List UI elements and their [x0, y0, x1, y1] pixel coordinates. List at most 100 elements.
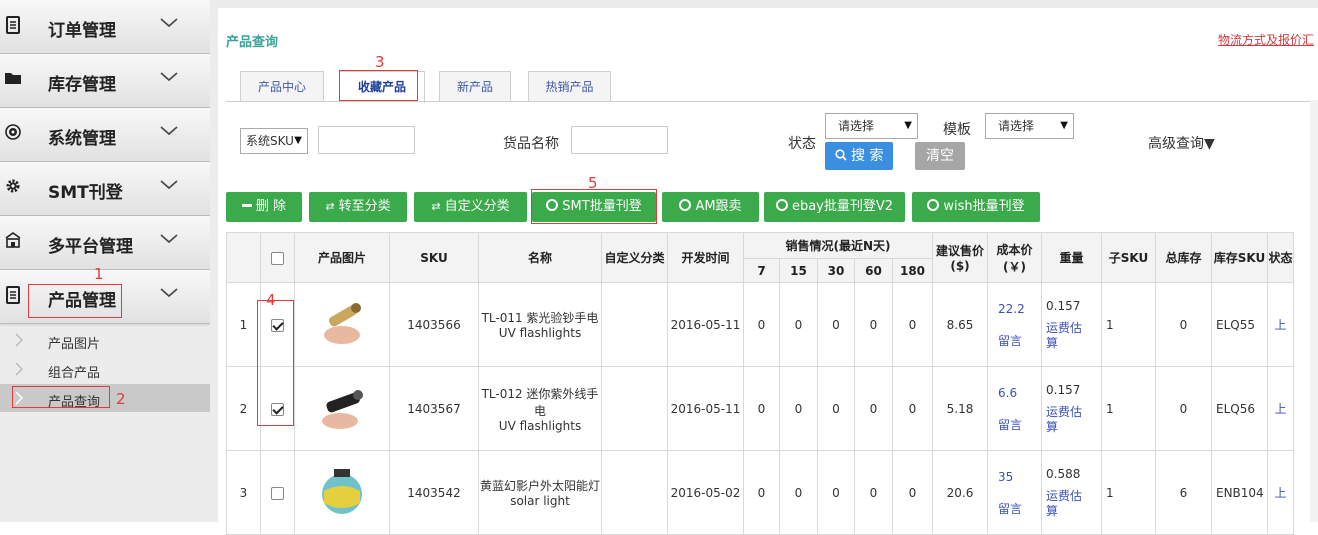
select-value: 请选择 [998, 119, 1035, 133]
menu-label: 多平台管理 [48, 237, 133, 257]
menu-order-management[interactable]: 订单管理 [0, 0, 210, 54]
status-link[interactable]: 上 [1267, 366, 1294, 451]
sales-7: 0 [743, 282, 780, 367]
subitem-product-images[interactable]: 产品图片 [0, 326, 210, 354]
product-image[interactable] [314, 295, 370, 351]
menu-inventory-management[interactable]: 库存管理 [0, 54, 210, 108]
subitem-combined-products[interactable]: 组合产品 [0, 355, 210, 383]
product-image[interactable] [314, 463, 370, 519]
delete-button-label: 删 除 [255, 199, 287, 214]
template-select[interactable]: 请选择 ▼ [985, 113, 1074, 139]
menu-smt-listing[interactable]: SMT刊登 [0, 162, 210, 216]
cost-link[interactable]: 6.6 [998, 377, 1041, 409]
menu-multi-platform[interactable]: 多平台管理 [0, 216, 210, 270]
header-total-stock: 总库存 [1155, 232, 1212, 283]
folder-icon [3, 70, 23, 90]
header-sku: SKU [389, 232, 479, 283]
stock-cell: 0 [1155, 282, 1212, 367]
custom-category-label: 自定义分类 [444, 199, 510, 214]
wish-batch-listing-button[interactable]: wish批量刊登 [912, 192, 1040, 222]
sales-30: 0 [817, 366, 855, 451]
chevron-right-icon [15, 333, 24, 347]
am-follow-sell-button[interactable]: AM跟卖 [662, 192, 759, 222]
cost-cell: 6.6 留言 [987, 366, 1042, 451]
cost-link[interactable]: 22.2 [998, 293, 1041, 325]
menu-system-management[interactable]: 系统管理 [0, 108, 210, 162]
header-sub-sku: 子SKU [1101, 232, 1156, 283]
shipping-price-link[interactable]: 物流方式及报价汇 [1218, 31, 1314, 48]
stock-cell: 0 [1155, 366, 1212, 451]
move-to-category-button[interactable]: ⇄ 转至分类 [309, 192, 407, 222]
am-follow-sell-label: AM跟卖 [695, 199, 742, 214]
weight-cell: 0.157 运费估算 [1041, 366, 1102, 451]
name-cn: TL-011 紫光验钞手电 [481, 311, 599, 325]
tab-new-products[interactable]: 新产品 [439, 71, 511, 102]
sales-7: 0 [743, 366, 780, 451]
custom-category-cell [601, 282, 668, 367]
vertical-scrollbar[interactable] [1310, 100, 1318, 522]
status-select[interactable]: 请选择 ▼ [825, 113, 918, 139]
custom-category-cell [601, 366, 668, 451]
name-en: solar light [510, 494, 570, 508]
custom-category-button[interactable]: ⇄ 自定义分类 [414, 192, 527, 222]
move-to-category-label: 转至分类 [338, 199, 391, 214]
sku-type-select[interactable]: 系统SKU ▼ [240, 128, 308, 154]
header-stock-sku: 库存SKU [1211, 232, 1268, 283]
product-table: 产品图片 SKU 名称 自定义分类 开发时间 销售情况(最近N天) 建议售价($… [226, 232, 1294, 535]
header-status: 状态 [1267, 232, 1294, 283]
note-link[interactable]: 留言 [998, 493, 1041, 525]
sub-sku-cell: 1 [1101, 282, 1156, 367]
dropdown-arrow-icon: ▼ [294, 135, 302, 146]
delete-button[interactable]: 删 除 [226, 192, 302, 222]
weight-value: 0.157 [1046, 298, 1081, 313]
header-days-7: 7 [743, 258, 780, 283]
chevron-down-icon [160, 72, 178, 82]
dev-date-cell: 2016-05-11 [667, 282, 744, 367]
name-cn: 黄蓝幻影户外太阳能灯 [479, 479, 600, 493]
shipping-estimate-link[interactable]: 运费估算 [1046, 321, 1086, 351]
table-row: 1 1403566 TL-011 紫光验钞手电 UV flashlights 20… [226, 282, 1294, 367]
cost-cell: 22.2 留言 [987, 282, 1042, 367]
name-cell: TL-012 迷你紫外线手电 UV flashlights [478, 366, 602, 451]
select-all-checkbox[interactable] [271, 251, 284, 265]
note-link[interactable]: 留言 [998, 409, 1041, 441]
wish-batch-listing-label: wish批量刊登 [943, 199, 1025, 214]
tab-hot-products[interactable]: 热销产品 [528, 71, 611, 102]
clear-button[interactable]: 清空 [915, 142, 965, 170]
sku-input[interactable] [318, 126, 415, 154]
minus-icon [241, 204, 252, 207]
row-checkbox[interactable] [271, 486, 284, 500]
cost-link[interactable]: 35 [998, 461, 1041, 493]
ebay-batch-listing-label: ebay批量刊登V2 [791, 199, 894, 214]
menu-label: 订单管理 [48, 21, 116, 41]
header-cost: 成本价(￥) [987, 232, 1042, 283]
sales-60: 0 [854, 282, 893, 367]
header-dev-time: 开发时间 [667, 232, 744, 283]
name-en: UV flashlights [498, 418, 582, 433]
ebay-batch-listing-button[interactable]: ebay批量刊登V2 [764, 192, 905, 222]
note-link[interactable]: 留言 [998, 325, 1041, 357]
sku-cell: 1403567 [389, 366, 479, 451]
row-index: 2 [226, 366, 261, 451]
header-suggested-price: 建议售价($) [932, 232, 988, 283]
sub-sku-cell: 1 [1101, 366, 1156, 451]
subitem-label: 组合产品 [48, 366, 101, 381]
annotation-number: 4 [266, 291, 276, 309]
goods-name-input[interactable] [571, 126, 668, 154]
product-image[interactable] [314, 379, 370, 435]
advanced-search-toggle[interactable]: 高级查询▼ [1148, 133, 1215, 153]
document-icon [3, 286, 23, 306]
search-button[interactable]: 搜 索 [825, 142, 893, 170]
shipping-estimate-link[interactable]: 运费估算 [1046, 405, 1086, 435]
status-link[interactable]: 上 [1267, 282, 1294, 367]
sales-15: 0 [779, 282, 818, 367]
target-icon [3, 124, 23, 144]
select-value: 系统SKU [246, 134, 294, 148]
shipping-estimate-link[interactable]: 运费估算 [1046, 489, 1086, 519]
weight-cell: 0.157 运费估算 [1041, 282, 1102, 367]
sales-30: 0 [817, 282, 855, 367]
tab-product-center[interactable]: 产品中心 [240, 71, 324, 102]
header-days-15: 15 [779, 258, 818, 283]
table-row: 2 1403567 TL-012 迷你紫外线手电 UV flashlights 2… [226, 366, 1294, 451]
search-button-label: 搜 索 [851, 148, 884, 164]
